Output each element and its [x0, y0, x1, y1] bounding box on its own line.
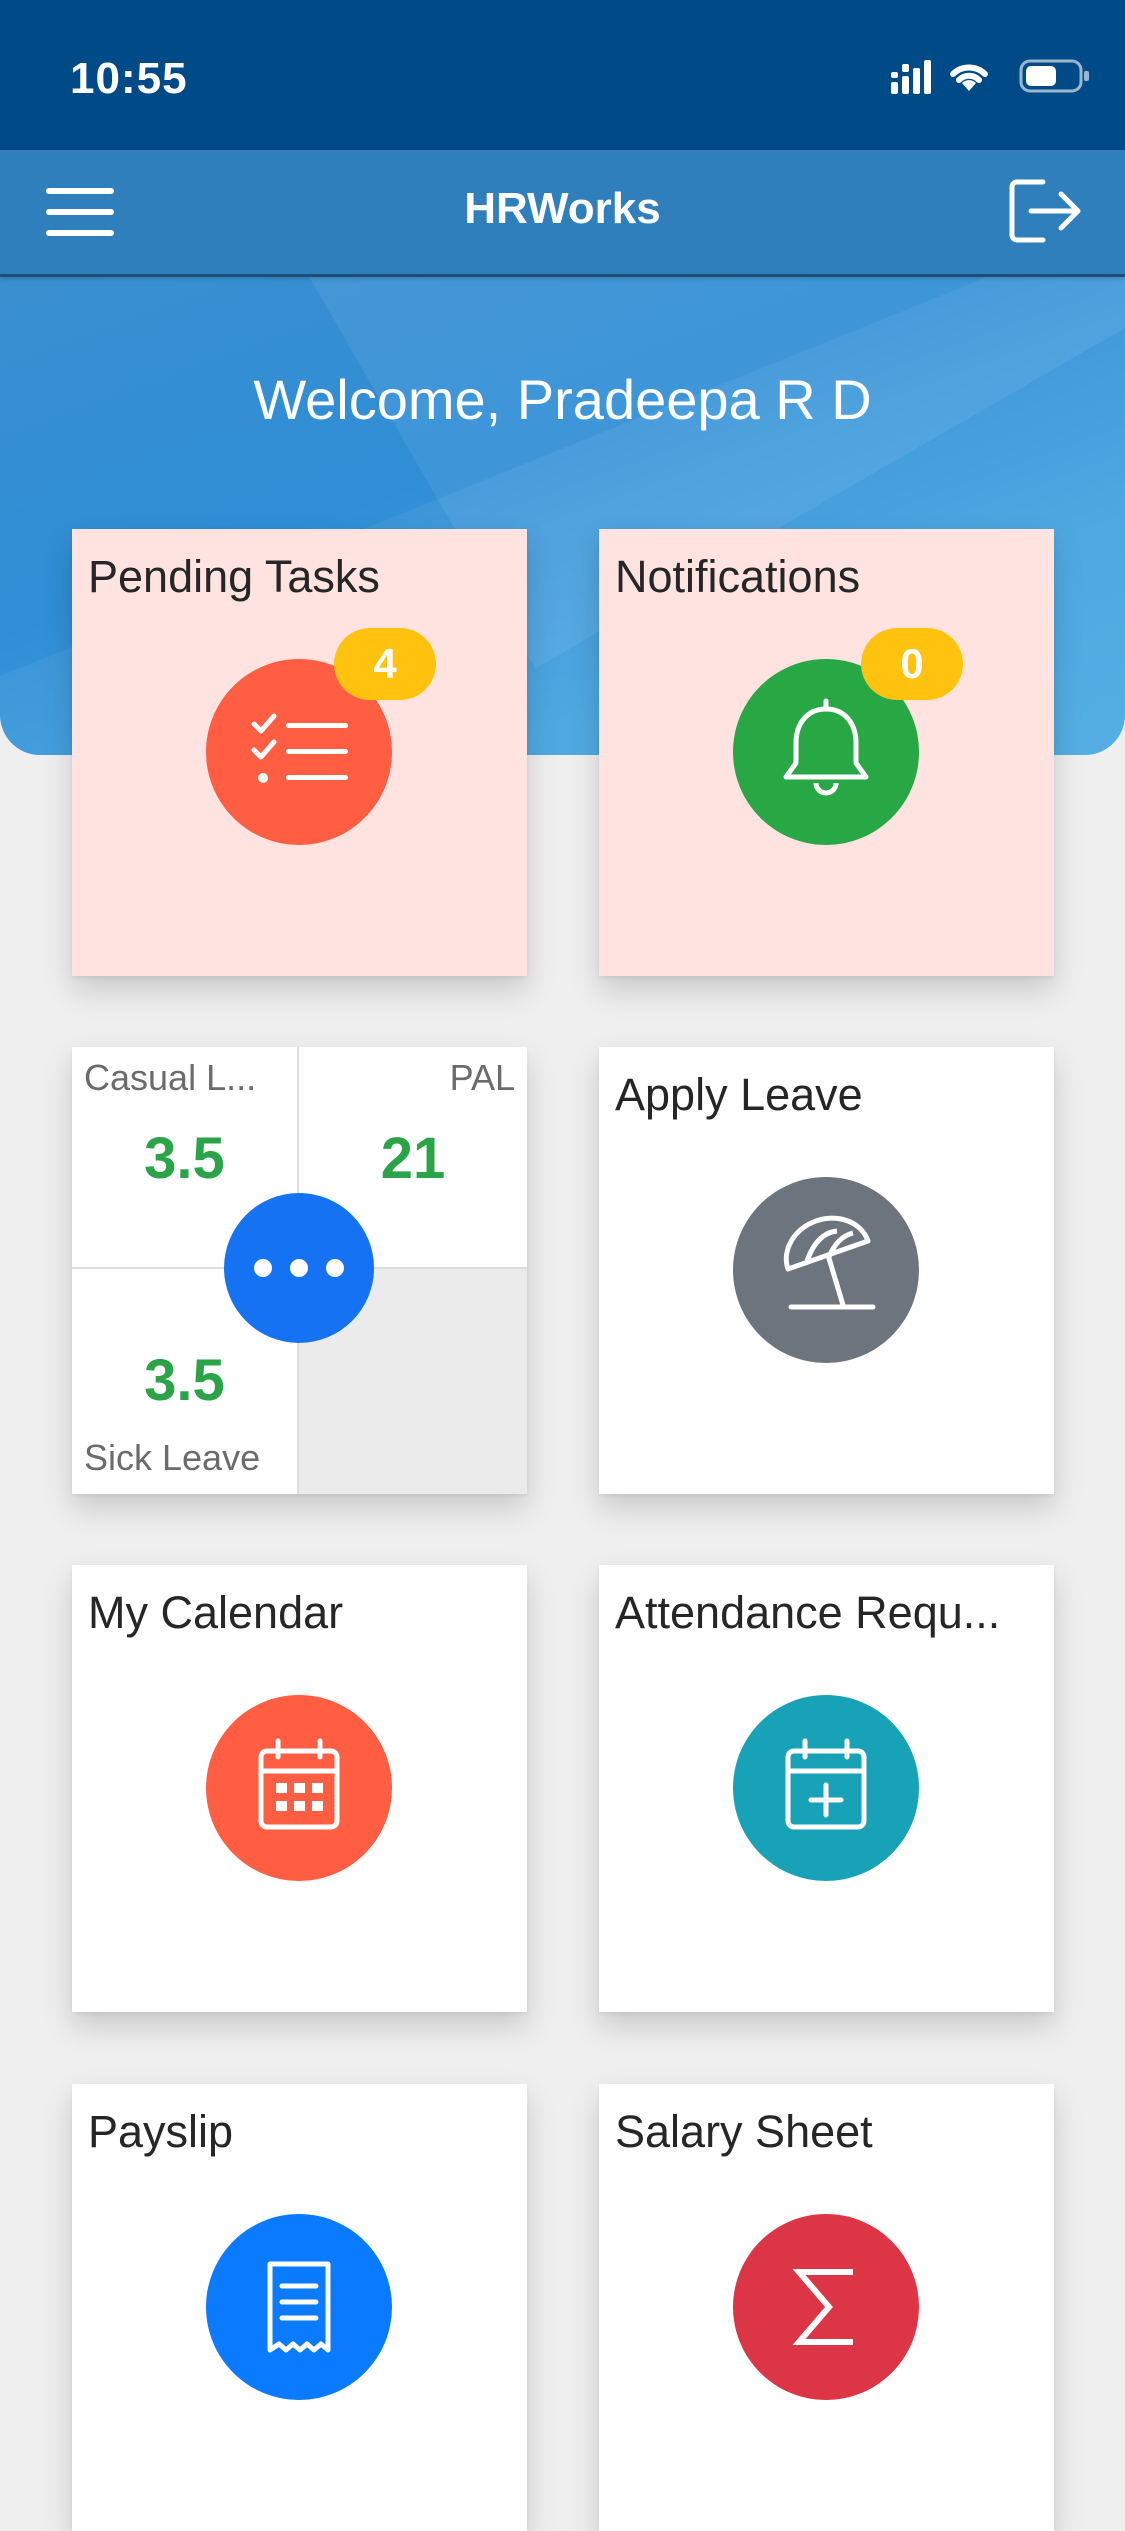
signal-icon	[891, 60, 931, 94]
leave-label: Sick Leave	[84, 1437, 261, 1478]
tile-title: Apply Leave	[615, 1069, 863, 1120]
more-dot	[290, 1259, 308, 1277]
payslip-tile[interactable]: Payslip	[72, 2084, 527, 2531]
tile-title: Attendance Requ...	[615, 1587, 1001, 1638]
apply-leave-tile[interactable]: Apply Leave	[599, 1047, 1054, 1494]
tile-title: Salary Sheet	[615, 2106, 873, 2157]
logout-icon	[1009, 179, 1081, 243]
tile-title: Pending Tasks	[88, 551, 380, 602]
leave-balance-tile[interactable]: Casual L... 3.5 PAL 21 3.5 Sick Leave	[72, 1047, 527, 1494]
calendar-plus-icon	[733, 1695, 919, 1881]
tile-title: Notifications	[615, 551, 861, 602]
welcome-text: Welcome, Pradeepa R D	[253, 368, 872, 431]
sigma-icon	[733, 2214, 919, 2400]
leave-value: 3.5	[144, 1126, 225, 1191]
more-dot	[254, 1259, 272, 1277]
battery-icon	[1019, 59, 1089, 93]
leave-label: Casual L...	[84, 1057, 257, 1098]
more-dot	[326, 1259, 344, 1277]
salary-sheet-tile[interactable]: Salary Sheet	[599, 2084, 1054, 2531]
my-calendar-tile[interactable]: My Calendar	[72, 1565, 527, 2012]
receipt-icon	[206, 2214, 392, 2400]
status-time: 10:55	[70, 54, 188, 103]
leave-value: 21	[380, 1126, 446, 1191]
leave-value: 3.5	[144, 1348, 225, 1413]
calendar-icon	[206, 1695, 392, 1881]
attendance-request-tile[interactable]: Attendance Requ...	[599, 1565, 1054, 2012]
app-header: HRWorks	[0, 150, 1125, 277]
notifications-badge: 0	[861, 628, 963, 700]
wifi-icon	[950, 64, 988, 91]
tile-title: Payslip	[88, 2106, 234, 2157]
status-bar: 10:55	[0, 0, 1125, 150]
pending-tasks-badge: 4	[334, 628, 436, 700]
leave-label: PAL	[449, 1057, 515, 1098]
notifications-tile[interactable]: Notifications 0	[599, 529, 1054, 976]
app-title: HRWorks	[464, 184, 661, 233]
pending-tasks-tile[interactable]: Pending Tasks 4	[72, 529, 527, 976]
logout-button[interactable]	[1009, 178, 1083, 244]
more-button[interactable]	[224, 1193, 374, 1343]
tile-title: My Calendar	[88, 1587, 344, 1638]
umbrella-icon	[733, 1177, 919, 1363]
